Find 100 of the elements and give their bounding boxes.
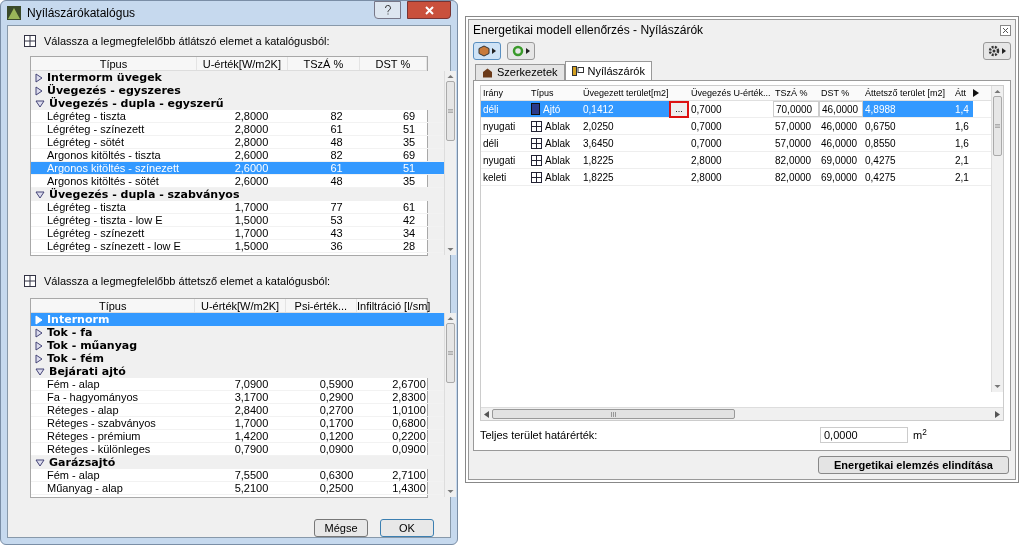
table-row[interactable]: nyugati Ablak 2,0250 0,7000 57,0000 46,0000 0,6750 1,6	[481, 118, 991, 136]
column-header[interactable]: U-érték[W/m2K]	[195, 299, 286, 312]
catalog-row[interactable]: Műanyag - alap 5,2100 0,2500 1,4300	[31, 482, 444, 495]
section-label: Válassza a legmegfelelőbb átlátszó elemet a katalógusból:	[44, 33, 330, 49]
close-button[interactable]	[407, 1, 451, 19]
tab[interactable]: Nyílászárók	[564, 61, 652, 81]
table-row[interactable]: déli Ajtó 0,1412 ... 0,7000 70,0000 46,0000 4,8988 1,4	[481, 101, 991, 119]
table-cell-text: Réteges - szabványos	[46, 417, 157, 429]
table-cell-text: Réteges - alap	[46, 404, 120, 416]
table-cell-text: 0,2500	[318, 482, 355, 494]
column-header[interactable]: Irány	[481, 86, 503, 101]
collapse-triangle-icon[interactable]	[35, 367, 45, 376]
table-cell-text: 1,6	[954, 136, 970, 151]
door-icon	[531, 103, 540, 116]
catalog-row[interactable]: Légréteg - színezett - low E 1,5000 36 28	[31, 240, 444, 253]
catalog-row[interactable]: Fa - hagyományos 3,1700 0,2900 2,8300	[31, 391, 444, 404]
column-header[interactable]: Típus	[31, 57, 197, 70]
table-cell-text: 2,1	[954, 153, 970, 168]
window-icon	[531, 154, 542, 166]
catalog-row[interactable]: Fém - alap 7,5500 0,6300 2,7100	[31, 469, 444, 482]
scroll-thumb[interactable]	[446, 81, 455, 141]
catalog-row[interactable]: Légréteg - tiszta - low E 1,5000 53 42	[31, 214, 444, 227]
vertical-scrollbar[interactable]	[444, 313, 456, 497]
close-button[interactable]	[1000, 24, 1011, 36]
vertical-scrollbar[interactable]	[444, 71, 456, 255]
catalog-row[interactable]: Fém - alap 7,0900 0,5900 2,6700	[31, 378, 444, 391]
value-input[interactable]: 46,0000	[819, 101, 863, 118]
expand-triangle-icon[interactable]	[35, 340, 43, 351]
catalog-row[interactable]: Réteges - szabványos 1,7000 0,1700 0,6800	[31, 417, 444, 430]
catalog-row[interactable]: Réteges - alap 2,8400 0,2700 1,0100	[31, 404, 444, 417]
vertical-scrollbar[interactable]	[991, 86, 1003, 393]
expand-triangle-icon[interactable]	[35, 72, 43, 83]
column-header[interactable]: DST %	[359, 57, 427, 70]
table-row[interactable]: nyugati Ablak 1,8225 2,8000 82,0000 69,0000 0,4275 2,1	[481, 152, 991, 170]
expand-triangle-icon[interactable]	[35, 327, 43, 338]
scroll-right-icon[interactable]	[973, 89, 979, 98]
group-name: Tok - műanyag	[47, 339, 138, 352]
table-cell-text: 7,5500	[233, 469, 270, 481]
column-header[interactable]: U-érték[W/m2K]	[196, 57, 288, 70]
run-analysis-button[interactable]: Energetikai elemzés elindítása	[818, 456, 1009, 474]
column-header[interactable]: Üvegezett terület[m2]	[581, 86, 669, 101]
horizontal-scrollbar[interactable]	[481, 407, 1003, 421]
value-input[interactable]: 0,7000	[689, 101, 773, 118]
table-cell-text: 0,4275	[864, 170, 897, 185]
table-cell-text: 35	[401, 136, 417, 148]
table-row[interactable]: keleti Ablak 1,8225 2,8000 82,0000 69,0000 0,4275 2,1	[481, 169, 991, 187]
dialog-button[interactable]: OK	[380, 519, 434, 537]
table-cell-text: 46,0000	[820, 119, 859, 134]
table-cell: Ablak	[529, 118, 581, 135]
table-cell-text: 0,8550	[864, 136, 897, 151]
table-cell-text: 0,1200	[318, 430, 355, 442]
scroll-left-icon[interactable]	[484, 410, 489, 418]
table-cell-text: 3,6450	[582, 136, 615, 151]
table-cell: Ablak	[529, 169, 581, 186]
tab[interactable]: Szerkezetek	[475, 64, 565, 81]
table-row[interactable]: déli Ablak 3,6450 0,7000 57,0000 46,0000 0,8550 1,6	[481, 135, 991, 153]
column-header[interactable]: TSzÁ %	[287, 57, 360, 70]
scroll-thumb[interactable]	[446, 323, 455, 383]
column-header[interactable]: Üvegezés U-érték...	[689, 86, 771, 101]
table-cell-text: 5,2100	[233, 482, 270, 494]
value-input[interactable]: 70,0000	[773, 101, 819, 118]
column-header[interactable]: Típus	[31, 299, 196, 312]
collapse-triangle-icon[interactable]	[35, 99, 45, 108]
expand-triangle-icon[interactable]	[35, 85, 43, 96]
group-name: Internorm	[47, 313, 110, 326]
table-cell-text: 69,0000	[820, 153, 859, 168]
scroll-thumb[interactable]	[993, 96, 1002, 157]
scroll-right-icon[interactable]	[995, 410, 1000, 418]
table-cell-text: 1,5000	[233, 240, 270, 252]
catalog-row[interactable]: Légréteg - tiszta 1,7000 77 61	[31, 201, 444, 214]
expand-triangle-icon[interactable]	[35, 353, 43, 364]
refresh-button[interactable]	[507, 41, 535, 60]
column-header[interactable]: Áttetsző terület [m2]	[863, 86, 946, 101]
catalog-row[interactable]: Légréteg - tiszta 2,8000 82 69	[31, 110, 444, 123]
catalog-row[interactable]: Légréteg - színezett 1,7000 43 34	[31, 227, 444, 240]
catalog-row[interactable]: Légréteg - színezett 2,8000 61 51	[31, 123, 444, 136]
scroll-thumb[interactable]	[492, 409, 735, 420]
limit-input[interactable]: 0,0000	[820, 427, 908, 444]
column-header[interactable]: Psi-érték...	[285, 299, 357, 312]
column-header[interactable]: DST %	[819, 86, 850, 101]
table-cell-text: 0,0900	[318, 443, 355, 455]
table-cell-text: 36	[329, 240, 344, 252]
table-cell-text: 0,2900	[318, 391, 355, 403]
model-view-button[interactable]	[473, 41, 501, 60]
help-icon	[383, 5, 392, 15]
refresh-icon	[512, 44, 524, 57]
column-header[interactable]: TSzÁ %	[773, 86, 808, 101]
window-icon	[531, 120, 542, 132]
catalog-row[interactable]: Légréteg - sötét 2,8000 48 35	[31, 136, 444, 149]
grip-icon	[448, 109, 453, 113]
help-button[interactable]	[374, 1, 401, 19]
table-cell-text: 0,6300	[318, 469, 355, 481]
column-header[interactable]: Típus	[529, 86, 554, 101]
dialog-button[interactable]: Mégse	[314, 519, 368, 537]
collapse-triangle-icon[interactable]	[35, 190, 45, 199]
column-header[interactable]: Átt	[953, 86, 966, 101]
settings-button[interactable]	[983, 41, 1011, 60]
catalog-row[interactable]: Réteges - prémium 1,4200 0,1200 0,2200	[31, 430, 444, 443]
collapse-triangle-icon[interactable]	[35, 458, 45, 467]
table-cell-text: 2,7100	[391, 469, 427, 481]
